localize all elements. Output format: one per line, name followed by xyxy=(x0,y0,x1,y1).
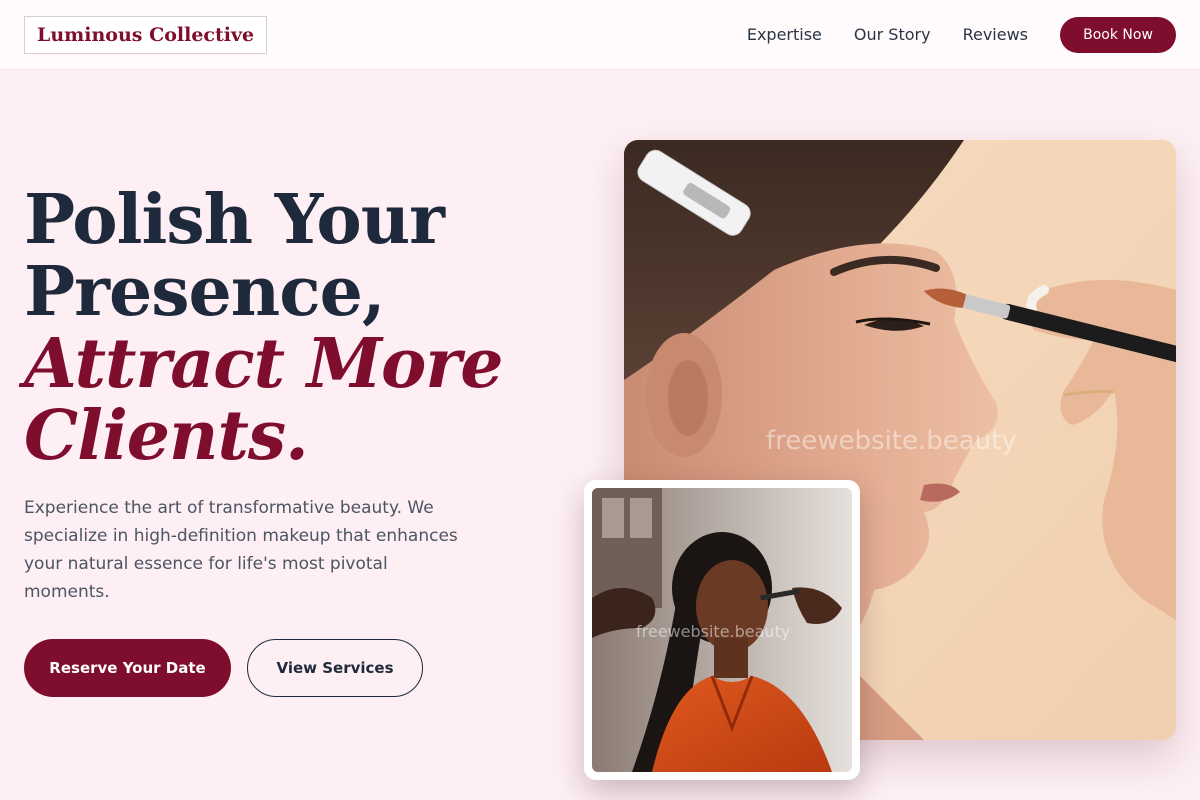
hero-title-line-2: Presence, xyxy=(24,252,386,332)
secondary-image-watermark: freewebsite.beauty xyxy=(636,622,791,641)
brand-logo[interactable]: Luminous Collective xyxy=(24,16,268,54)
hero-title-line-1: Polish Your xyxy=(24,180,445,260)
site-header: Luminous Collective Expertise Our Story … xyxy=(0,0,1200,70)
hero-accent-line-1: Attract More xyxy=(24,324,503,404)
hero-title: Polish Your Presence, Attract More Clien… xyxy=(24,184,544,472)
main-nav: Expertise Our Story Reviews Book Now xyxy=(747,17,1176,53)
hero-accent-line-2: Clients. xyxy=(24,396,309,476)
view-services-button[interactable]: View Services xyxy=(247,639,423,697)
reserve-date-button[interactable]: Reserve Your Date xyxy=(24,639,231,697)
nav-link-our-story[interactable]: Our Story xyxy=(854,17,931,53)
hero-description: Experience the art of transformative bea… xyxy=(24,498,458,602)
secondary-image: freewebsite.beauty xyxy=(592,488,852,772)
secondary-image-card: freewebsite.beauty xyxy=(584,480,860,780)
nav-link-reviews[interactable]: Reviews xyxy=(963,17,1028,53)
nav-link-expertise[interactable]: Expertise xyxy=(747,17,822,53)
book-now-button[interactable]: Book Now xyxy=(1060,17,1176,53)
